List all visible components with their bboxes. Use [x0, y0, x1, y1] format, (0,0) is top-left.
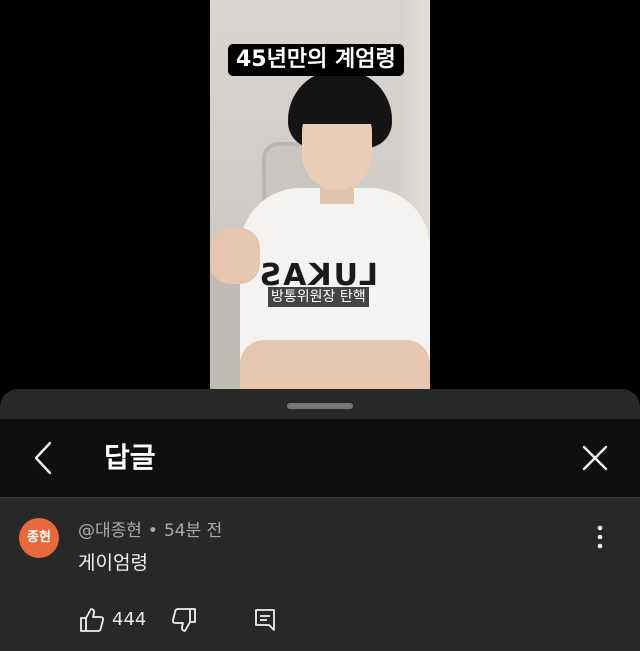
- chevron-left-icon: [26, 439, 62, 477]
- dislike-button[interactable]: [170, 606, 198, 634]
- arm-shape: [240, 340, 430, 392]
- close-icon: [576, 439, 614, 477]
- sheet-drag-handle[interactable]: [287, 403, 353, 409]
- comment-text: 게이엄령: [78, 552, 148, 574]
- shorts-screen: LUKAS 45년만의 계엄령 방통위원장 탄핵 답글 종현 @대종현 • 54…: [0, 0, 640, 651]
- thumbs-down-icon: [170, 606, 198, 634]
- meta-separator: •: [147, 521, 158, 541]
- reply-icon: [252, 606, 278, 634]
- thumbs-up-icon: [78, 606, 106, 634]
- replies-header: 답글: [0, 419, 640, 497]
- like-button[interactable]: [78, 606, 106, 634]
- hand-shape: [210, 228, 260, 284]
- comment-time: 54분 전: [163, 521, 223, 541]
- close-button[interactable]: [576, 439, 614, 477]
- more-vertical-icon: [588, 524, 612, 550]
- replies-title: 답글: [104, 441, 156, 474]
- comment-actions: 444: [78, 604, 298, 636]
- bangs-shape: [296, 94, 382, 124]
- video-subtitle-overlay: 방통위원장 탄핵: [268, 287, 369, 307]
- like-count: 444: [112, 609, 147, 630]
- video-title-overlay: 45년만의 계엄령: [228, 44, 404, 76]
- replies-sheet: 답글 종현 @대종현 • 54분 전 게이엄령 444: [0, 389, 640, 651]
- comment-meta: @대종현 • 54분 전: [78, 520, 222, 542]
- avatar[interactable]: 종현: [19, 518, 59, 558]
- comment-more-button[interactable]: [588, 524, 612, 550]
- comment-item: 종현 @대종현 • 54분 전 게이엄령 444: [0, 498, 640, 651]
- reply-button[interactable]: [252, 606, 278, 634]
- back-button[interactable]: [26, 439, 62, 477]
- comment-author[interactable]: @대종현: [78, 521, 142, 541]
